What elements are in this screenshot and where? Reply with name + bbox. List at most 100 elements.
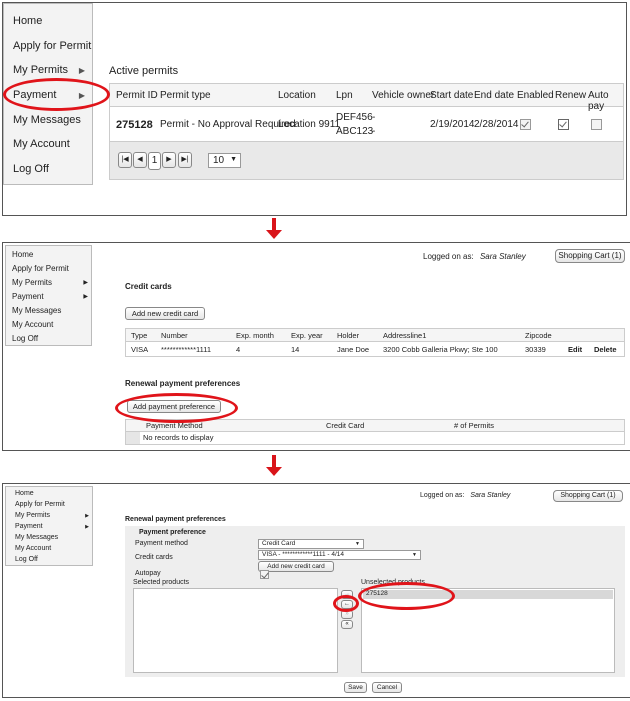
menu-item-my-permits[interactable]: My Permits ▶: [12, 278, 88, 287]
column-header[interactable]: Vehicle owner: [372, 90, 434, 101]
save-label: Save: [348, 684, 363, 691]
add-payment-preference-button[interactable]: Add payment preference: [127, 400, 221, 413]
login-status: Logged on as: Sara Stanley: [423, 252, 526, 261]
menu-item-my-account[interactable]: My Account: [15, 545, 51, 552]
menu-item-log-off[interactable]: Log Off: [15, 556, 38, 563]
payment-preferences-grid: Payment Method Credit Card # of Permits …: [125, 419, 625, 445]
menu-item-my-account[interactable]: My Account: [13, 138, 70, 150]
column-header[interactable]: Renew: [555, 90, 586, 101]
unselected-products-label: Unselected products: [361, 579, 425, 586]
move-all-left-button[interactable]: «: [341, 620, 353, 629]
column-header[interactable]: # of Permits: [454, 421, 494, 430]
column-header[interactable]: Number: [161, 331, 188, 340]
cancel-label: Cancel: [376, 684, 398, 691]
column-header[interactable]: Permit type: [160, 90, 211, 101]
menu-item-label: Home: [13, 15, 43, 27]
sidebar-menu: Home Apply for Permit My Permits ▶ Paymen…: [5, 245, 92, 346]
payment-method-select[interactable]: Credit Card ▼: [258, 539, 364, 549]
column-header[interactable]: Lpn: [336, 90, 353, 101]
page-size-value: 10: [213, 155, 225, 166]
menu-item-home[interactable]: Home: [12, 250, 33, 259]
move-all-right-button[interactable]: »: [341, 610, 353, 619]
edit-link[interactable]: Edit: [568, 345, 582, 354]
save-button[interactable]: Save: [344, 682, 367, 693]
column-header[interactable]: Credit Card: [326, 421, 364, 430]
menu-item-my-messages[interactable]: My Messages: [12, 306, 61, 315]
credit-cards-label: Credit cards: [135, 554, 173, 561]
menu-item-my-messages[interactable]: My Messages: [15, 534, 58, 541]
permit-id: 275128: [116, 119, 153, 131]
menu-item-log-off[interactable]: Log Off: [13, 163, 49, 175]
menu-item-label: Home: [15, 490, 34, 497]
prev-page-icon: ◀: [137, 156, 143, 163]
add-credit-card-button[interactable]: Add new credit card: [125, 307, 205, 320]
next-page-button[interactable]: ▶: [162, 152, 176, 168]
selected-products-list[interactable]: [133, 588, 338, 673]
menu-item-label: My Permits: [15, 512, 50, 519]
payment-method-label: Payment method: [135, 540, 188, 547]
column-header[interactable]: Start date: [430, 90, 473, 101]
first-page-icon: |◀: [121, 156, 129, 163]
section-title: Active permits: [109, 65, 179, 77]
menu-item-payment[interactable]: Payment ▶: [13, 89, 91, 101]
menu-item-label: My Account: [12, 320, 54, 329]
menu-item-label: My Permits: [13, 64, 68, 76]
enabled-checkbox[interactable]: [520, 119, 531, 130]
last-page-button[interactable]: ▶|: [178, 152, 192, 168]
credit-card-select[interactable]: VISA - ************1111 - 4/14 ▼: [258, 550, 421, 560]
first-page-button[interactable]: |◀: [118, 152, 132, 168]
menu-item-apply-permit[interactable]: Apply for Permit: [13, 40, 91, 52]
menu-item-payment[interactable]: Payment ▶: [15, 523, 89, 530]
menu-item-label: Payment: [13, 89, 57, 101]
menu-item-my-account[interactable]: My Account: [12, 320, 53, 329]
column-header[interactable]: Addressline1: [383, 331, 426, 340]
renew-checkbox[interactable]: [558, 119, 569, 130]
add-credit-card-button[interactable]: Add new credit card: [258, 561, 334, 572]
column-header[interactable]: Holder: [337, 331, 359, 340]
column-header[interactable]: Type: [131, 331, 147, 340]
arrow-right-icon: →: [344, 591, 350, 597]
cancel-button[interactable]: Cancel: [372, 682, 402, 693]
page-number-button[interactable]: 1: [148, 152, 161, 170]
menu-item-payment[interactable]: Payment ▶: [12, 292, 88, 301]
move-left-button[interactable]: ←: [341, 600, 353, 609]
menu-item-my-messages[interactable]: My Messages: [13, 114, 81, 126]
column-header[interactable]: Enabled: [517, 90, 554, 101]
menu-item-home[interactable]: Home: [15, 490, 34, 497]
menu-item-apply-permit[interactable]: Apply for Permit: [15, 501, 65, 508]
prev-page-button[interactable]: ◀: [133, 152, 147, 168]
chevron-down-icon: ▼: [412, 552, 417, 558]
chevron-right-icon: ▶: [85, 524, 89, 530]
chevron-right-icon: ▶: [78, 91, 85, 100]
payment-preference-form: Payment preference Payment method Credit…: [125, 526, 625, 677]
unselected-products-list[interactable]: 275128: [361, 588, 615, 673]
menu-item-apply-permit[interactable]: Apply for Permit: [12, 264, 69, 273]
grid-header: Type Number Exp. month Exp. year Holder …: [126, 329, 624, 342]
shopping-cart-button[interactable]: Shopping Cart (1): [553, 490, 623, 502]
grid-header: Permit ID Permit type Location Lpn Vehic…: [110, 84, 623, 112]
shopping-cart-button[interactable]: Shopping Cart (1): [555, 249, 625, 263]
column-header[interactable]: Exp. year: [291, 331, 323, 340]
column-header[interactable]: Payment Method: [146, 421, 203, 430]
credit-card-value: VISA - ************1111 - 4/14: [262, 551, 345, 558]
column-header[interactable]: Permit ID: [116, 90, 158, 101]
delete-link[interactable]: Delete: [594, 345, 617, 354]
card-exp-year: 14: [291, 345, 300, 354]
page-size-select[interactable]: 10 ▼: [208, 153, 241, 168]
move-right-button[interactable]: →: [341, 590, 353, 599]
list-item[interactable]: 275128: [363, 590, 613, 599]
autopay-checkbox[interactable]: [260, 570, 269, 579]
menu-item-log-off[interactable]: Log Off: [12, 334, 38, 343]
user-name: Sara Stanley: [470, 492, 511, 499]
menu-item-my-permits[interactable]: My Permits ▶: [15, 512, 89, 519]
column-header[interactable]: End date: [474, 90, 514, 101]
autopay-checkbox[interactable]: [591, 119, 602, 130]
menu-item-label: Log Off: [12, 334, 39, 343]
column-header[interactable]: Location: [278, 90, 316, 101]
column-header[interactable]: Zipcode: [525, 331, 552, 340]
menu-item-label: Payment: [12, 292, 44, 301]
menu-item-my-permits[interactable]: My Permits ▶: [13, 64, 91, 76]
menu-item-home[interactable]: Home: [13, 15, 42, 27]
column-header[interactable]: Exp. month: [236, 331, 274, 340]
menu-item-label: Payment: [15, 523, 43, 530]
